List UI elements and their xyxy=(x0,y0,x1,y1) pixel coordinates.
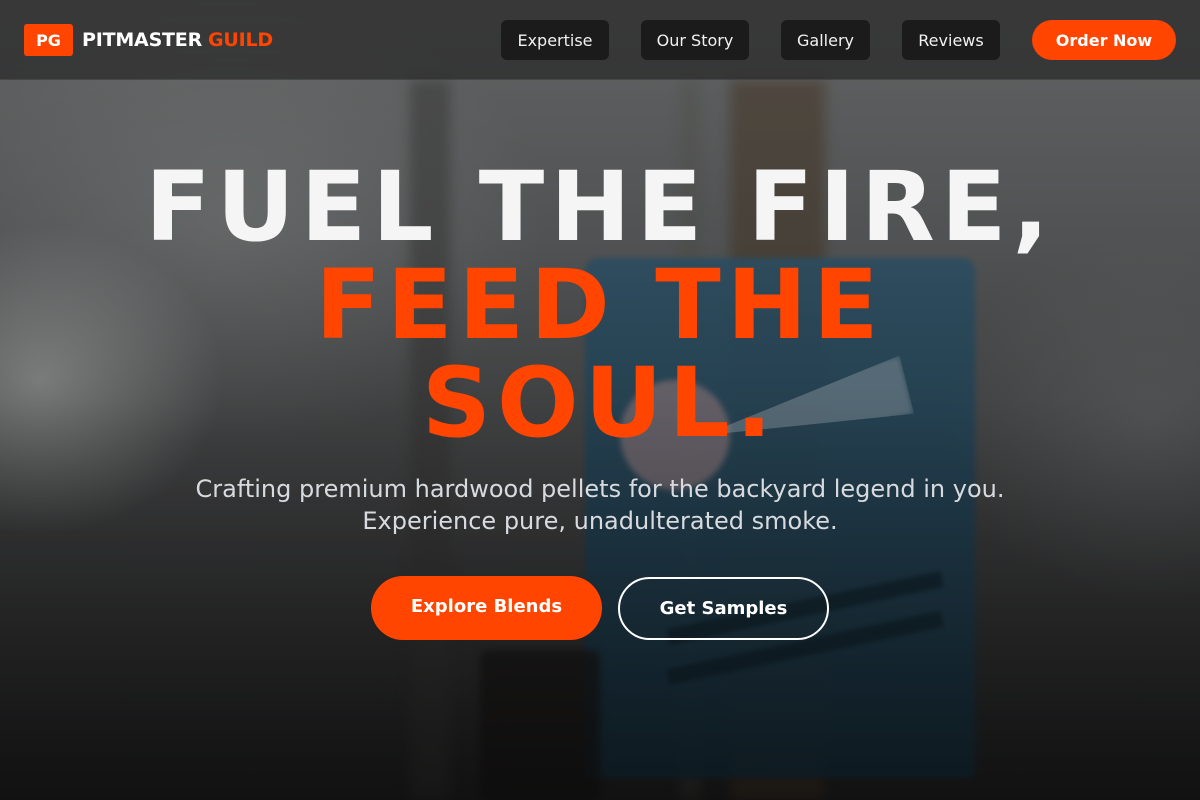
hero-subtitle: Crafting premium hardwood pellets for th… xyxy=(150,473,1050,537)
brand-name: PITMASTER xyxy=(82,29,203,51)
hero-subtitle-line2: Experience pure, unadulterated smoke. xyxy=(362,507,838,535)
hero-headline: FUEL THE FIRE, FEED THE SOUL. xyxy=(100,158,1100,452)
nav-link-expertise[interactable]: Expertise xyxy=(501,20,609,60)
order-now-button[interactable]: Order Now xyxy=(1032,20,1176,60)
hero-headline-line1: FUEL THE FIRE, xyxy=(145,151,1055,263)
top-navbar: PG PITMASTER GUILD Expertise Our Story G… xyxy=(0,0,1200,80)
hero-section: FUEL THE FIRE, FEED THE SOUL. Crafting p… xyxy=(0,80,1200,800)
brand-logo[interactable]: PG PITMASTER GUILD xyxy=(24,24,273,56)
explore-blends-button[interactable]: Explore Blends xyxy=(371,576,602,640)
hero-subtitle-line1: Crafting premium hardwood pellets for th… xyxy=(195,475,1005,503)
nav-link-gallery[interactable]: Gallery xyxy=(781,20,870,60)
brand-name-accent: GUILD xyxy=(208,29,274,51)
brand-badge: PG xyxy=(24,24,73,56)
hero-headline-line2: FEED THE SOUL. xyxy=(315,249,885,459)
nav-link-our-story[interactable]: Our Story xyxy=(641,20,749,60)
get-samples-button[interactable]: Get Samples xyxy=(618,577,829,640)
nav-link-reviews[interactable]: Reviews xyxy=(902,20,1000,60)
